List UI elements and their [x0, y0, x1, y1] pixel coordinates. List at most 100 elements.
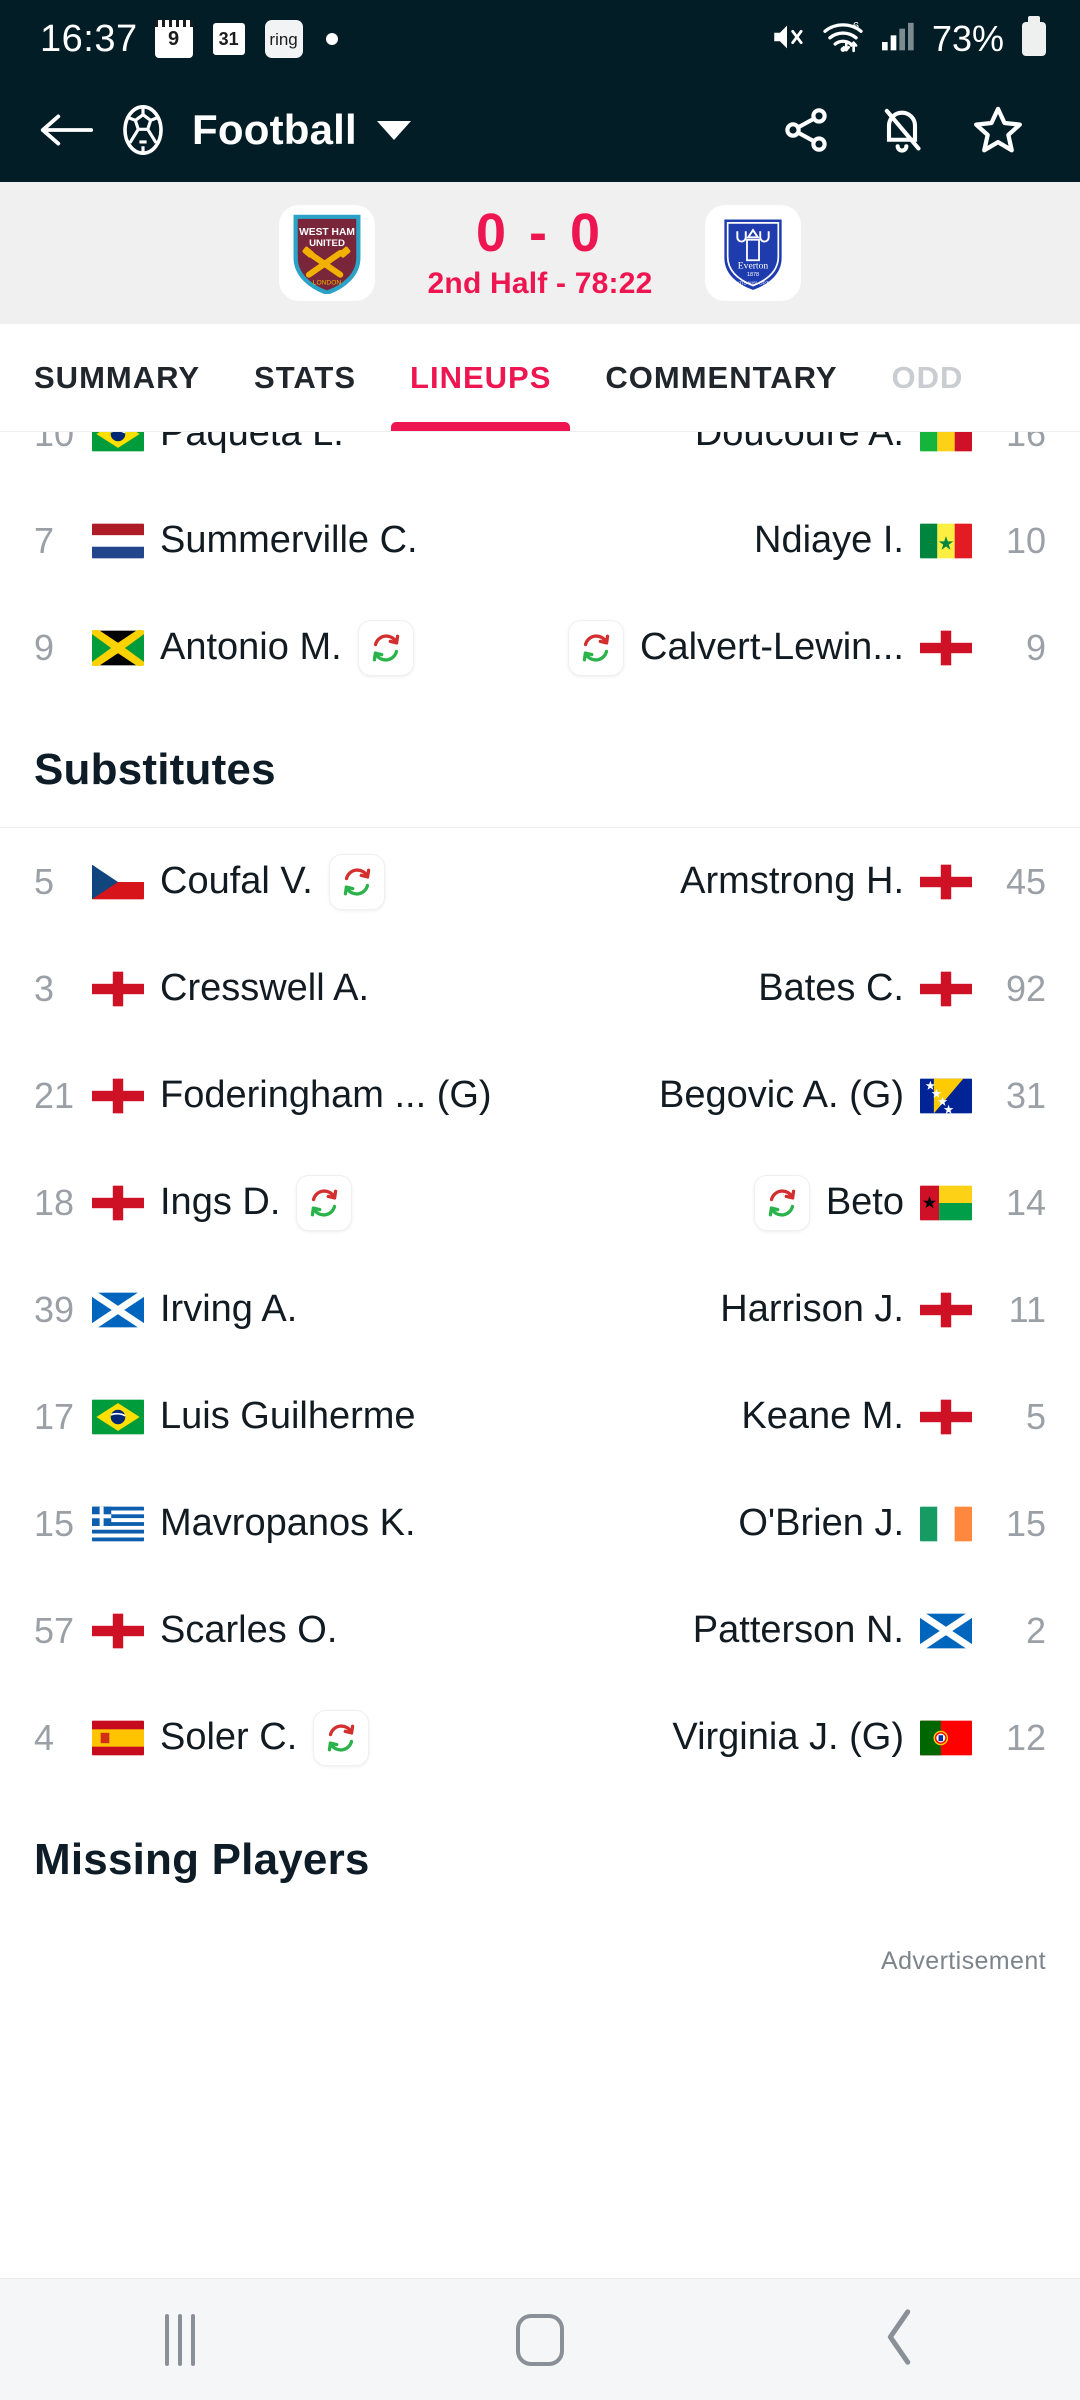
england-flag [92, 1613, 144, 1649]
player-name: Armstrong H. [680, 860, 904, 902]
status-bar: 16:37 9 31 ring 6 73% [0, 0, 1080, 78]
table-row[interactable]: 5 Coufal V. Armstrong H. 45 [0, 828, 1080, 935]
tab-bar[interactable]: SUMMARY STATS LINEUPS COMMENTARY ODD [0, 324, 1080, 432]
row-away: Armstrong H. 45 [540, 860, 1046, 903]
table-row[interactable]: 18 Ings D. Beto 14 [0, 1149, 1080, 1256]
tab-odds[interactable]: ODD [865, 324, 991, 431]
brazil-flag [92, 432, 144, 452]
row-home: 5 Coufal V. [34, 853, 540, 910]
england-flag [920, 630, 972, 666]
row-away: Harrison J. 11 [540, 1288, 1046, 1331]
england-flag [92, 1078, 144, 1114]
player-name: Soler C. [160, 1716, 298, 1758]
clipped-row-wrapper: 10 Paqueta L. Doucoure A. 16 [0, 432, 1080, 487]
england-flag [920, 864, 972, 900]
tab-commentary[interactable]: COMMENTARY [578, 324, 864, 431]
substitutes-header: Substitutes [34, 745, 276, 794]
app-bar: Football [0, 78, 1080, 182]
table-row[interactable]: 10 Paqueta L. Doucoure A. 16 [0, 432, 1080, 487]
row-home: 10 Paqueta L. [34, 432, 540, 455]
england-flag [920, 1292, 972, 1328]
row-home: 17 Luis Guilherme [34, 1395, 540, 1438]
player-name: Cresswell A. [160, 967, 370, 1009]
status-bar-left: 16:37 9 31 ring [40, 18, 338, 61]
player-name: Foderingham ... (G) [160, 1074, 492, 1116]
row-away: Keane M. 5 [540, 1395, 1046, 1438]
svg-text:1878: 1878 [747, 272, 759, 278]
svg-text:NIL SATIS NISI OPTIMUM: NIL SATIS NISI OPTIMUM [725, 280, 782, 286]
player-number: 7 [34, 519, 55, 561]
table-row[interactable]: 3 Cresswell A. Bates C. 92 [0, 935, 1080, 1042]
player-name: Scarles O. [160, 1609, 338, 1651]
bosnia-flag [920, 1078, 972, 1114]
tab-lineups[interactable]: LINEUPS [383, 324, 578, 431]
table-row[interactable]: 21 Foderingham ... (G) Begovic A. (G) 31 [0, 1042, 1080, 1149]
substitution-icon[interactable] [568, 619, 625, 676]
everton-crest: Everton 1878 NIL SATIS NISI OPTIMUM [705, 205, 801, 301]
row-home: 4 Soler C. [34, 1709, 540, 1766]
substitution-icon[interactable] [753, 1174, 810, 1231]
score-value: 0 - 0 [475, 202, 605, 263]
player-name: Beto [825, 1181, 904, 1223]
player-number: 5 [1025, 1395, 1046, 1437]
player-number: 31 [1005, 1074, 1046, 1116]
player-number: 15 [1005, 1502, 1046, 1544]
share-icon[interactable] [758, 104, 854, 156]
status-bar-clock: 16:37 [40, 17, 138, 60]
back-button[interactable] [720, 2308, 1080, 2371]
player-name: Ndiaye I. [754, 519, 904, 561]
scotland-flag [92, 1292, 144, 1328]
row-away: Bates C. 92 [540, 967, 1046, 1010]
row-away: O'Brien J. 15 [540, 1502, 1046, 1545]
star-icon[interactable] [950, 103, 1046, 157]
player-name: Harrison J. [720, 1288, 904, 1330]
score-block: 0 - 0 2nd Half - 78:22 [375, 202, 705, 302]
player-name: Paqueta L. [160, 432, 344, 454]
scotland-flag [920, 1613, 972, 1649]
player-name: Coufal V. [160, 860, 313, 902]
substitution-icon[interactable] [296, 1174, 353, 1231]
substitution-icon[interactable] [328, 853, 385, 910]
czech-republic-flag [92, 864, 144, 900]
player-number: 17 [34, 1395, 75, 1437]
table-row[interactable]: 4 Soler C. Virginia J. (G) 12 [0, 1684, 1080, 1791]
player-number: 4 [34, 1716, 55, 1758]
tab-summary[interactable]: SUMMARY [34, 324, 227, 431]
player-name: O'Brien J. [738, 1502, 904, 1544]
player-number: 45 [1005, 860, 1046, 902]
table-row[interactable]: 57 Scarles O. Patterson N. 2 [0, 1577, 1080, 1684]
player-number: 21 [34, 1074, 75, 1116]
table-row[interactable]: 9 Antonio M. Calvert-Lewin... 9 [0, 594, 1080, 701]
row-away: Beto 14 [540, 1174, 1046, 1231]
chevron-down-icon[interactable] [376, 120, 411, 140]
back-icon [882, 2308, 918, 2371]
player-number: 12 [1005, 1716, 1046, 1758]
player-number: 2 [1025, 1609, 1046, 1651]
recents-button[interactable] [0, 2313, 360, 2366]
row-home: 3 Cresswell A. [34, 967, 540, 1010]
player-number: 10 [1005, 519, 1046, 561]
scoreboard: WEST HAM UNITED LONDON 0 - 0 2nd Half - … [0, 182, 1080, 324]
bell-off-icon[interactable] [854, 104, 950, 156]
player-name: Irving A. [160, 1288, 298, 1330]
tab-stats[interactable]: STATS [227, 324, 383, 431]
player-number: 57 [34, 1609, 75, 1651]
player-number: 39 [34, 1288, 75, 1330]
back-arrow-icon[interactable] [30, 110, 102, 150]
home-icon [516, 2313, 564, 2366]
mali-flag [920, 432, 972, 452]
player-name: Ings D. [160, 1181, 281, 1223]
spain-flag [92, 1720, 144, 1756]
row-home: 18 Ings D. [34, 1174, 540, 1231]
substitution-icon[interactable] [313, 1709, 370, 1766]
player-number: 3 [34, 967, 55, 1009]
substitution-icon[interactable] [357, 619, 414, 676]
home-button[interactable] [360, 2313, 720, 2366]
table-row[interactable]: 7 Summerville C. Ndiaye I. 10 [0, 487, 1080, 594]
table-row[interactable]: 39 Irving A. Harrison J. 11 [0, 1256, 1080, 1363]
west-ham-united-crest: WEST HAM UNITED LONDON [279, 205, 375, 301]
table-row[interactable]: 15 Mavropanos K. O'Brien J. 15 [0, 1470, 1080, 1577]
guinea-bissau-flag [920, 1185, 972, 1221]
player-number: 14 [1005, 1181, 1046, 1223]
table-row[interactable]: 17 Luis Guilherme Keane M. 5 [0, 1363, 1080, 1470]
